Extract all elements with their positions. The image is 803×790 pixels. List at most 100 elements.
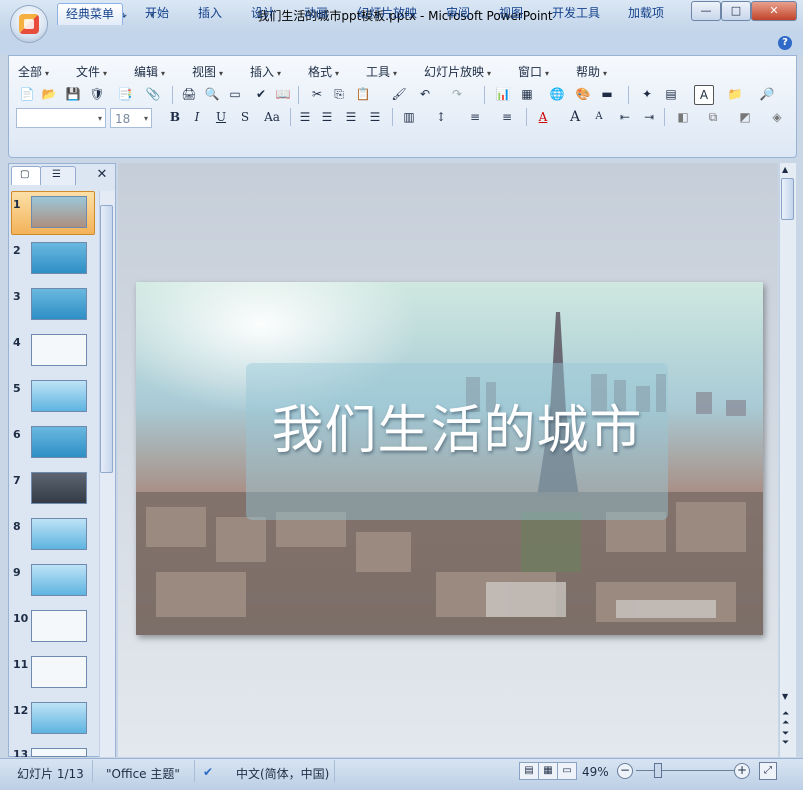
align-center-icon[interactable]: ☰ [318, 108, 336, 126]
spelling-icon[interactable]: ✔ [252, 85, 270, 103]
export-pdf-icon[interactable]: 📑 [116, 85, 134, 103]
shape-fill-icon[interactable]: ◈ [768, 108, 786, 126]
zoom-slider-track[interactable] [636, 770, 734, 771]
slide-thumbnail-7[interactable] [31, 472, 87, 504]
slide-thumbnail-12[interactable] [31, 702, 87, 734]
print-preview-icon[interactable]: 🔍 [203, 85, 221, 103]
spelling-check-icon[interactable]: ✔ [203, 765, 213, 779]
permission-icon[interactable]: 🛡 [88, 85, 106, 103]
bullets-icon[interactable]: ≡ [498, 108, 516, 126]
zoom-slider-thumb[interactable] [654, 763, 662, 778]
undo-icon[interactable]: ↶ [416, 85, 434, 103]
shapes-icon[interactable]: ◧ [674, 108, 692, 126]
tab-addins[interactable]: 加载项 [620, 3, 672, 24]
next-slide-icon[interactable]: ⏷ ⏷ [782, 730, 789, 748]
font-color-button[interactable]: A [534, 108, 552, 126]
panel-scrollbar-thumb[interactable] [100, 205, 113, 473]
new-slide-icon[interactable]: ✦ [638, 85, 656, 103]
menu-view[interactable]: 视图 ▾ [192, 63, 223, 80]
menu-insert[interactable]: 插入 ▾ [250, 63, 281, 80]
tab-insert[interactable]: 插入 [190, 3, 230, 24]
slide-thumbnail-2[interactable] [31, 242, 87, 274]
help-icon[interactable]: ? [778, 36, 792, 50]
paste-icon[interactable]: 📋 [354, 85, 372, 103]
tab-classic-menu[interactable]: 经典菜单 [57, 3, 124, 25]
slide-title[interactable]: 我们生活的城市 [246, 388, 668, 463]
new-icon[interactable]: 📄 [18, 85, 36, 103]
language-indicator[interactable]: 中文(简体，中国) [236, 765, 329, 782]
slide-layout-icon[interactable]: ▤ [662, 85, 680, 103]
fill-color-icon[interactable]: ▬ [598, 85, 616, 103]
change-case-button[interactable]: Aa [260, 108, 284, 126]
shrink-font-button[interactable]: A [590, 108, 608, 126]
justify-icon[interactable]: ☰ [366, 108, 384, 126]
web-icon[interactable]: 🌐 [548, 85, 566, 103]
scroll-up-icon[interactable]: ▲ [782, 165, 788, 174]
attach-icon[interactable]: 📎 [144, 85, 162, 103]
slideshow-view-icon[interactable]: ▭ [557, 762, 577, 780]
color-grayscale-icon[interactable]: 🎨 [574, 85, 592, 103]
tab-outline[interactable]: ☰ [40, 166, 76, 185]
vertical-scrollbar[interactable] [779, 163, 796, 757]
tab-home[interactable]: 开始 [137, 3, 177, 24]
redo-icon[interactable]: ↷ [448, 85, 466, 103]
slide-thumbnail-8[interactable] [31, 518, 87, 550]
fit-to-window-icon[interactable]: ⤢ [759, 762, 777, 780]
menu-all[interactable]: 全部 ▾ [18, 63, 49, 80]
text-box-icon[interactable]: A [694, 85, 714, 105]
tab-view[interactable]: 视图 [491, 3, 531, 24]
save-icon[interactable]: 💾 [64, 85, 82, 103]
align-right-icon[interactable]: ☰ [342, 108, 360, 126]
slide-thumbnail-11[interactable] [31, 656, 87, 688]
slide-thumbnail-6[interactable] [31, 426, 87, 458]
close-button[interactable]: ✕ [751, 1, 797, 21]
slide-thumbnail-13[interactable] [31, 748, 87, 757]
office-button[interactable] [11, 6, 47, 42]
minimize-button[interactable]: — [691, 1, 721, 21]
underline-button[interactable]: U [212, 108, 230, 126]
italic-button[interactable]: I [188, 108, 206, 126]
cut-icon[interactable]: ✂ [308, 85, 326, 103]
menu-edit[interactable]: 编辑 ▾ [134, 63, 165, 80]
menu-help[interactable]: 帮助 ▾ [576, 63, 607, 80]
layout-icon[interactable]: ▭ [226, 85, 244, 103]
slide-thumbnail-9[interactable] [31, 564, 87, 596]
open-icon[interactable]: 📂 [40, 85, 58, 103]
scroll-down-icon[interactable]: ▼ [782, 692, 788, 701]
tab-animation[interactable]: 动画 [296, 3, 336, 24]
vertical-scrollbar-thumb[interactable] [781, 178, 794, 220]
research-icon[interactable]: 📖 [274, 85, 292, 103]
table-icon[interactable]: ▦ [518, 85, 536, 103]
folder-icon[interactable]: 📁 [726, 85, 744, 103]
menu-slideshow[interactable]: 幻灯片放映 ▾ [424, 63, 491, 80]
slide-thumbnail-1[interactable] [31, 196, 87, 228]
close-panel-icon[interactable]: ✕ [94, 167, 110, 183]
tab-slides[interactable]: ▢ [11, 166, 41, 185]
format-painter-icon[interactable]: 🖌 [390, 85, 408, 103]
menu-window[interactable]: 窗口 ▾ [518, 63, 549, 80]
decrease-indent-icon[interactable]: ⇤ [616, 108, 634, 126]
menu-tools[interactable]: 工具 ▾ [366, 63, 397, 80]
zoom-in-icon[interactable]: + [734, 763, 750, 779]
slide-thumbnail-3[interactable] [31, 288, 87, 320]
previous-slide-icon[interactable]: ⏶ ⏶ [782, 710, 789, 728]
align-left-icon[interactable]: ☰ [296, 108, 314, 126]
numbering-icon[interactable]: ≡ [466, 108, 484, 126]
menu-file[interactable]: 文件 ▾ [76, 63, 107, 80]
slide-thumbnail-10[interactable] [31, 610, 87, 642]
grow-font-button[interactable]: A [566, 108, 584, 126]
maximize-button[interactable]: □ [721, 1, 751, 21]
columns-icon[interactable]: ▥ [400, 108, 418, 126]
line-spacing-icon[interactable]: ↕ [432, 108, 450, 126]
increase-indent-icon[interactable]: ⇥ [640, 108, 658, 126]
zoom-level[interactable]: 49% [582, 765, 609, 779]
slide-thumbnail-5[interactable] [31, 380, 87, 412]
tab-developer[interactable]: 开发工具 [544, 3, 608, 24]
menu-format[interactable]: 格式 ▾ [308, 63, 339, 80]
chart-icon[interactable]: 📊 [494, 85, 512, 103]
print-icon[interactable]: 🖨 [180, 85, 198, 103]
font-size-combo[interactable]: 18 ▾ [110, 108, 152, 128]
font-name-combo[interactable]: ▾ [16, 108, 106, 128]
tab-slideshow[interactable]: 幻灯片放映 [349, 3, 425, 24]
bold-button[interactable]: B [166, 108, 184, 126]
